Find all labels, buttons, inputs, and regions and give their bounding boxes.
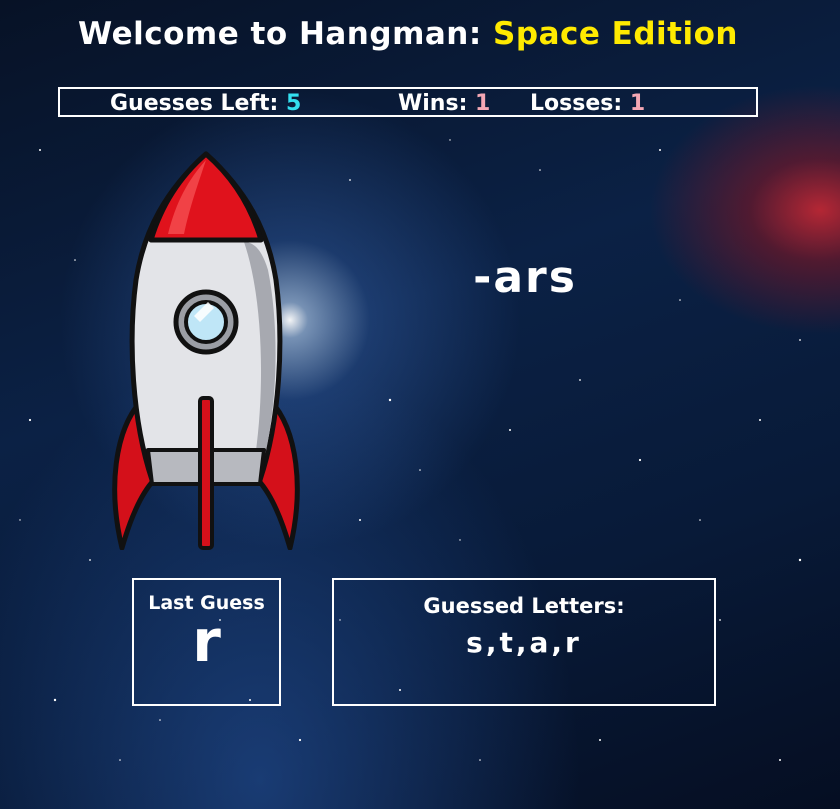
wins-value: 1 [475,91,491,116]
guesses-left-label: Guesses Left: [110,91,279,116]
guessed-letters-label: Guessed Letters: [423,594,625,618]
last-guess-panel: Last Guess r [132,578,281,706]
last-guess-value: r [192,607,221,675]
losses-stat: Losses: 1 [530,91,645,116]
page-title: Welcome to Hangman: Space Edition [0,16,816,52]
guessed-letters-value: s,t,a,r [466,626,582,659]
stats-bar: Guesses Left: 5 Wins: 1 Losses: 1 [58,87,758,117]
guesses-left-value: 5 [286,91,302,116]
title-accent: Space Edition [493,16,738,52]
word-display: -ars [473,252,577,303]
wins-label: Wins: [398,91,468,116]
title-prefix: Welcome to Hangman: [78,16,494,52]
rocket-icon [112,151,300,550]
guesses-left-stat: Guesses Left: 5 [110,91,301,116]
wins-stat: Wins: 1 [398,91,490,116]
guessed-letters-panel: Guessed Letters: s,t,a,r [332,578,716,706]
losses-label: Losses: [530,91,623,116]
losses-value: 1 [629,91,646,116]
